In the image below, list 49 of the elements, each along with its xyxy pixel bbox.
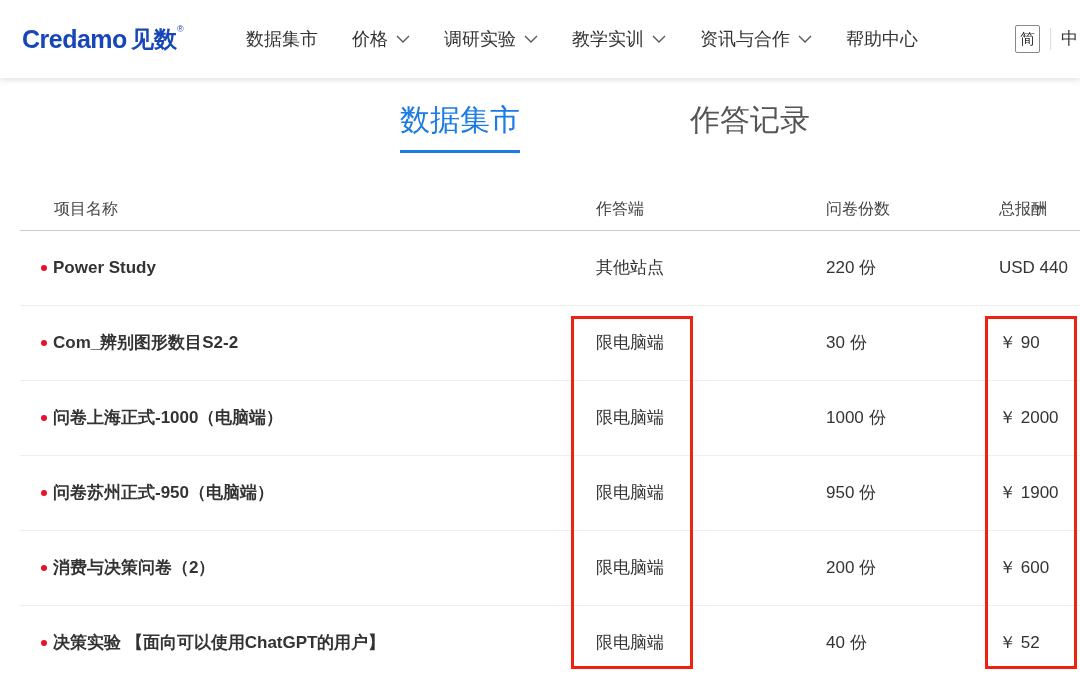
nav-link[interactable]: 价格	[352, 25, 410, 53]
table-cell-text: ￥ 90	[999, 332, 1040, 355]
bullet-icon	[41, 490, 47, 496]
tab[interactable]: 作答记录	[690, 100, 810, 153]
chevron-down-icon	[652, 35, 666, 43]
nav-link[interactable]: 教学实训	[572, 25, 666, 53]
language-button[interactable]: 中	[1061, 26, 1078, 52]
table-cell-text: ￥ 52	[999, 632, 1040, 655]
table-cell-text: 限电脑端	[596, 332, 664, 355]
table-cell-text: 限电脑端	[596, 557, 664, 580]
table-cell-text: ￥ 600	[999, 557, 1050, 580]
column-header: 作答端	[595, 198, 645, 219]
logo[interactable]: Credamo 见数®	[22, 24, 184, 54]
column-header: 项目名称	[53, 198, 119, 219]
nav-link[interactable]: 帮助中心	[846, 25, 918, 53]
project-name[interactable]: 问卷苏州正式-950（电脑端）	[53, 480, 275, 506]
table-cell-text: 200 份	[826, 557, 877, 580]
table-cell-text: 限电脑端	[596, 482, 664, 505]
project-name[interactable]: Power Study	[53, 255, 156, 281]
project-name[interactable]: 消费与决策问卷（2）	[53, 555, 216, 581]
nav-link[interactable]: 调研实验	[444, 25, 538, 53]
table-cell-text: 其他站点	[596, 257, 664, 280]
bullet-icon	[41, 565, 47, 571]
nav-link[interactable]: 资讯与合作	[700, 25, 812, 53]
language-button[interactable]: 简	[1015, 24, 1040, 54]
table-cell-text: 限电脑端	[596, 407, 664, 430]
table-cell-text: 220 份	[826, 257, 877, 280]
chevron-down-icon	[396, 35, 410, 43]
project-name[interactable]: 问卷上海正式-1000（电脑端）	[53, 405, 284, 431]
bullet-icon	[41, 640, 47, 646]
project-name[interactable]: Com_辨别图形数目S2-2	[53, 330, 239, 356]
table-cell-text: USD 440	[999, 257, 1068, 280]
table-cell-text: ￥ 2000	[999, 407, 1059, 430]
table-cell-text: 限电脑端	[596, 632, 664, 655]
bullet-icon	[41, 340, 47, 346]
chevron-down-icon	[798, 35, 812, 43]
table-cell-text: 1000 份	[826, 407, 886, 430]
bullet-icon	[41, 415, 47, 421]
chevron-down-icon	[524, 35, 538, 43]
tab[interactable]: 数据集市	[400, 100, 520, 153]
project-name[interactable]: 决策实验 【面向可以使用ChatGPT的用户】	[53, 630, 386, 656]
nav-link[interactable]: 数据集市	[246, 25, 318, 53]
table-cell-text: 950 份	[826, 482, 877, 505]
column-header: 总报酬	[998, 198, 1048, 219]
column-header: 问卷份数	[825, 198, 891, 219]
table-cell-text: 30 份	[826, 332, 867, 355]
table-cell-text: ￥ 1900	[999, 482, 1059, 505]
bullet-icon	[41, 265, 47, 271]
table-cell-text: 40 份	[826, 632, 867, 655]
